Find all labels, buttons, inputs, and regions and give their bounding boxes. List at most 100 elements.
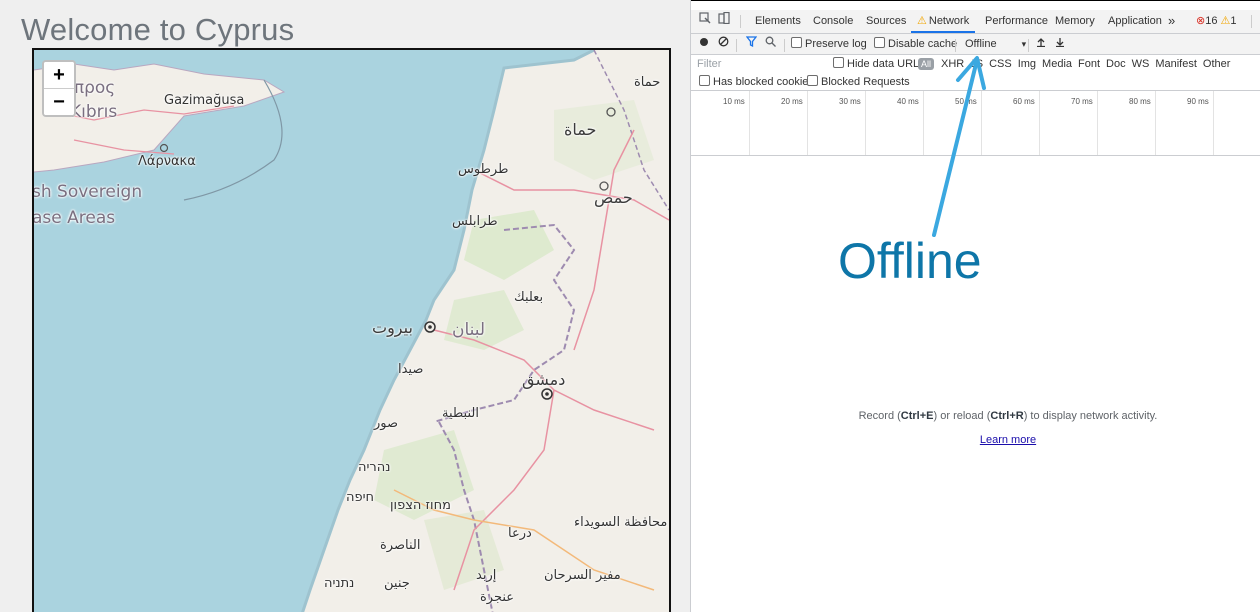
map-place-label: طرطوس — [458, 162, 509, 177]
shortcut-record: Ctrl+E — [900, 410, 934, 422]
map-place-label: عنجرة — [480, 590, 515, 605]
tabbar-separator — [1251, 15, 1252, 28]
tab-memory[interactable]: Memory — [1055, 10, 1095, 33]
map-place-label: מחוז הצפון — [390, 498, 451, 513]
filter-icon[interactable] — [745, 34, 758, 54]
timeline-gridline — [807, 91, 808, 155]
more-tabs-button[interactable]: » — [1168, 10, 1175, 33]
record-icon[interactable] — [699, 34, 709, 54]
error-count: 16 — [1205, 15, 1218, 27]
map-place-label: طرابلس — [452, 214, 498, 229]
timeline-tick-label: 60 ms — [1013, 97, 1035, 106]
map-place-label: صور — [374, 416, 399, 431]
timeline-gridline — [1155, 91, 1156, 155]
map-place-label: بعلبك — [514, 290, 544, 305]
zoom-control: + − — [42, 60, 76, 117]
filter-type-ws[interactable]: WS — [1132, 58, 1150, 70]
web-page: Welcome to Cyprus ύπρος Kıbrıs Gazimağus… — [0, 0, 690, 612]
tab-elements[interactable]: Elements — [755, 10, 801, 33]
map-place-label: Kıbrıs — [70, 102, 118, 122]
timeline-tick-label: 80 ms — [1129, 97, 1151, 106]
map-place-label: بيروت — [372, 318, 413, 337]
empty-state-message: Record (Ctrl+E) or reload (Ctrl+R) to di… — [691, 410, 1260, 422]
map-place-label: مفير السرحان — [544, 568, 621, 583]
preserve-log-label: Preserve log — [805, 38, 867, 50]
annotation-label: Offline — [838, 233, 982, 289]
map-place-label: נתניה — [324, 576, 355, 591]
map-place-label: الناصرة — [380, 538, 421, 553]
filter-type-media[interactable]: Media — [1042, 58, 1072, 70]
map-place-label: إربد — [476, 568, 497, 583]
devtools-tabbar: Elements Console Sources ⚠ Network Perfor… — [691, 10, 1260, 34]
warning-count: 1 — [1230, 15, 1237, 27]
map-place-label: Λάρνακα — [138, 154, 196, 169]
timeline-tick-label: 20 ms — [781, 97, 803, 106]
tab-application[interactable]: Application — [1108, 10, 1162, 33]
tab-network-label: Network — [928, 15, 970, 27]
filter-type-img[interactable]: Img — [1018, 58, 1036, 70]
device-toggle-icon[interactable] — [718, 10, 730, 33]
learn-more-link[interactable]: Learn more — [691, 434, 1260, 446]
map-place-label: دمشق — [522, 370, 566, 389]
map-place-label: درعا — [508, 526, 532, 541]
tab-console[interactable]: Console — [813, 10, 853, 33]
zoom-out-button[interactable]: − — [44, 89, 74, 115]
throttling-value: Offline — [965, 38, 997, 50]
map-place-label: Gazimağusa — [164, 93, 245, 108]
import-har-icon[interactable] — [1036, 34, 1046, 54]
timeline-tick-label: 90 ms — [1187, 97, 1209, 106]
checkbox-box — [833, 57, 844, 68]
error-icon: ⊗ — [1196, 15, 1206, 27]
preserve-log-checkbox[interactable]: Preserve log — [791, 34, 867, 54]
checkbox-box — [874, 37, 885, 48]
has-blocked-cookies-checkbox[interactable]: Has blocked cookies — [699, 74, 814, 90]
filter-type-manifest[interactable]: Manifest — [1155, 58, 1197, 70]
search-icon[interactable] — [765, 34, 776, 54]
timeline-gridline — [1097, 91, 1098, 155]
issues-counter[interactable]: ⊗16 ⚠1 — [1196, 10, 1237, 33]
map-place-label: لبنان — [452, 320, 486, 340]
disable-cache-label: Disable cache — [888, 38, 958, 50]
timeline-tick-label: 40 ms — [897, 97, 919, 106]
window-top-border — [691, 0, 1260, 10]
checkbox-box — [791, 37, 802, 48]
hide-data-urls-label: Hide data URLs — [847, 58, 925, 70]
toolbar-separator — [784, 39, 785, 52]
checkbox-box — [699, 75, 710, 86]
tabbar-separator — [740, 15, 741, 28]
annotation-arrow — [932, 56, 986, 237]
timeline-tick-label: 30 ms — [839, 97, 861, 106]
has-blocked-cookies-label: Has blocked cookies — [713, 76, 814, 88]
blocked-requests-label: Blocked Requests — [821, 76, 910, 88]
empty-text-pre: Record ( — [858, 410, 901, 422]
timeline-gridline — [749, 91, 750, 155]
empty-text-post: ) to display network activity. — [1023, 410, 1158, 422]
timeline-gridline — [1213, 91, 1214, 155]
map-container[interactable]: ύπρος Kıbrıs Gazimağusa Λάρνακα sh Sovereign… — [32, 48, 671, 612]
export-har-icon[interactable] — [1055, 34, 1065, 54]
filter-type-doc[interactable]: Doc — [1106, 58, 1126, 70]
map-place-label: النبطية — [442, 406, 479, 421]
filter-type-other[interactable]: Other — [1203, 58, 1231, 70]
tab-performance[interactable]: Performance — [985, 10, 1048, 33]
toolbar-separator — [1028, 39, 1029, 52]
inspect-element-icon[interactable] — [699, 10, 711, 33]
tab-network[interactable]: ⚠ Network — [911, 10, 976, 33]
filter-type-font[interactable]: Font — [1078, 58, 1100, 70]
map-place-label: sh Sovereign — [32, 182, 143, 202]
empty-text-mid: ) or reload ( — [933, 410, 991, 422]
map-place-label: حمص — [594, 188, 633, 207]
clear-icon[interactable] — [718, 34, 729, 54]
timeline-tick-label: 10 ms — [723, 97, 745, 106]
toolbar-separator — [736, 39, 737, 52]
hide-data-urls-checkbox[interactable]: Hide data URLs — [833, 55, 925, 73]
map-place-label: ase Areas — [32, 208, 116, 228]
tab-sources[interactable]: Sources — [866, 10, 906, 33]
page-title: Welcome to Cyprus — [21, 12, 295, 47]
blocked-requests-checkbox[interactable]: Blocked Requests — [807, 74, 910, 90]
zoom-in-button[interactable]: + — [44, 62, 74, 89]
map-place-label: حماة — [564, 120, 597, 139]
warning-icon: ⚠ — [1220, 15, 1231, 27]
filter-input[interactable]: Filter — [697, 55, 721, 73]
map-place-label: נהריה — [358, 460, 391, 475]
